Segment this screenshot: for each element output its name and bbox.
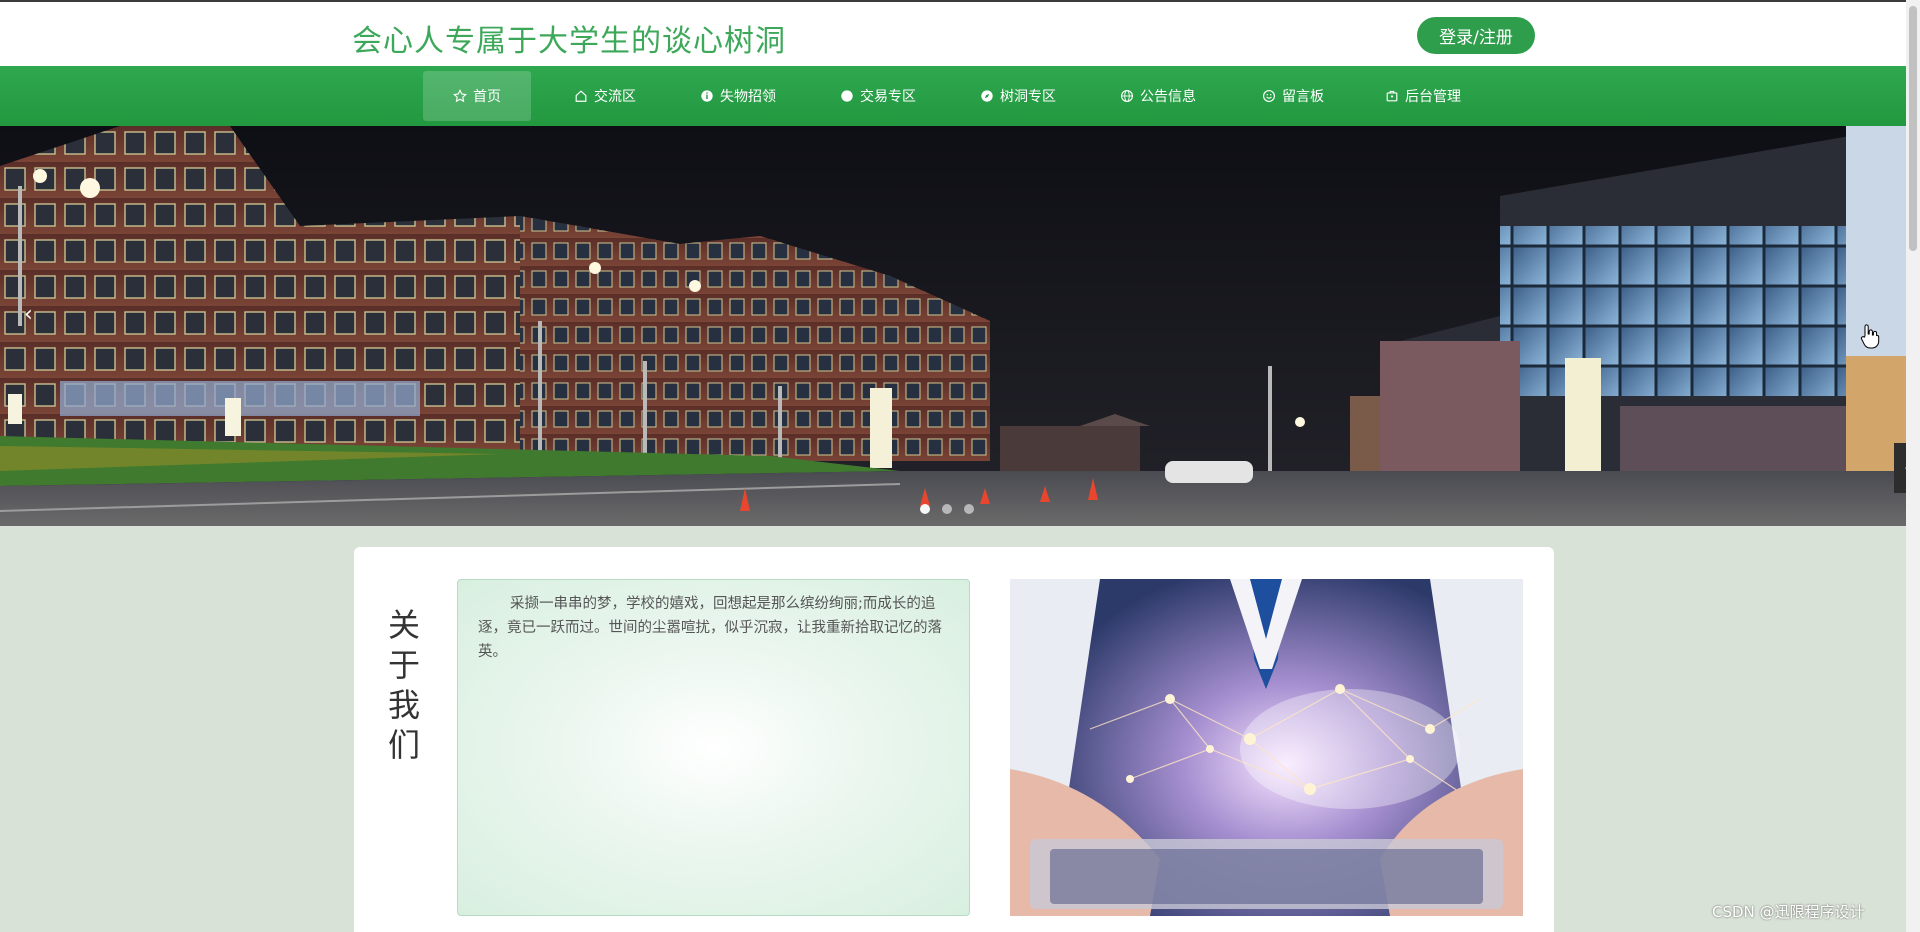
site-header: 会心人专属于大学生的谈心树洞 登录/注册 (0, 0, 1906, 66)
star-icon (453, 89, 467, 103)
compass-icon (981, 90, 993, 102)
scrollbar-thumb[interactable] (1909, 6, 1917, 251)
carousel-dot-3[interactable] (964, 504, 974, 514)
nav-label: 交易专区 (860, 89, 916, 105)
page-scrollbar[interactable] (1906, 0, 1920, 932)
nav-label: 交流区 (594, 89, 636, 105)
carousel-dot-2[interactable] (942, 504, 952, 514)
tech-network-image (1010, 579, 1523, 916)
hand-cursor-icon (1860, 324, 1880, 349)
about-title: 关于我们 (387, 606, 420, 764)
about-image (1010, 579, 1523, 916)
login-register-button[interactable]: 登录/注册 (1417, 17, 1535, 54)
circle-icon (841, 90, 853, 102)
nav-label: 失物招领 (720, 89, 776, 105)
nav-item-home[interactable]: 首页 (423, 71, 531, 121)
about-text: 采撷一串串的梦，学校的嬉戏，回想起是那么缤纷绚丽;而成长的追逐，竟已一跃而过。世… (478, 596, 942, 660)
site-title: 会心人专属于大学生的谈心树洞 (352, 24, 786, 59)
nav-item-message-board[interactable]: 留言板 (1243, 71, 1343, 121)
csdn-watermark: CSDN @迅限程序设计 (1712, 903, 1865, 921)
carousel-prev-arrow[interactable]: ‹ (24, 302, 33, 327)
nav-label: 后台管理 (1405, 89, 1461, 105)
info-circle-icon (701, 90, 713, 102)
home-icon (575, 90, 587, 102)
banner-carousel[interactable]: ‹ (0, 126, 1906, 526)
nav-item-trade[interactable]: 交易专区 (823, 71, 933, 121)
about-section: 关于我们 采撷一串串的梦，学校的嬉戏，回想起是那么缤纷绚丽;而成长的追逐，竟已一… (354, 547, 1554, 932)
campus-night-photo (0, 126, 1906, 526)
about-text-box: 采撷一串串的梦，学校的嬉戏，回想起是那么缤纷绚丽;而成长的追逐，竟已一跃而过。世… (457, 579, 970, 916)
nav-item-exchange[interactable]: 交流区 (555, 71, 655, 121)
nav-item-treehole[interactable]: 树洞专区 (963, 71, 1073, 121)
carousel-dot-1[interactable] (920, 504, 930, 514)
nav-label: 公告信息 (1140, 89, 1196, 105)
globe-icon (1121, 90, 1133, 102)
nav-label: 树洞专区 (1000, 89, 1056, 105)
nav-item-notice[interactable]: 公告信息 (1103, 71, 1213, 121)
nav-label: 留言板 (1282, 89, 1324, 105)
nav-label: 首页 (473, 89, 501, 105)
smile-icon (1263, 90, 1275, 102)
nav-item-lost-found[interactable]: 失物招领 (683, 71, 793, 121)
briefcase-icon (1386, 90, 1398, 102)
carousel-dots (920, 504, 974, 514)
main-nav: 首页 交流区 失物招领 交易专区 树洞专区 公告信息 留言板 后台管理 (0, 66, 1906, 126)
nav-item-admin[interactable]: 后台管理 (1368, 71, 1478, 121)
